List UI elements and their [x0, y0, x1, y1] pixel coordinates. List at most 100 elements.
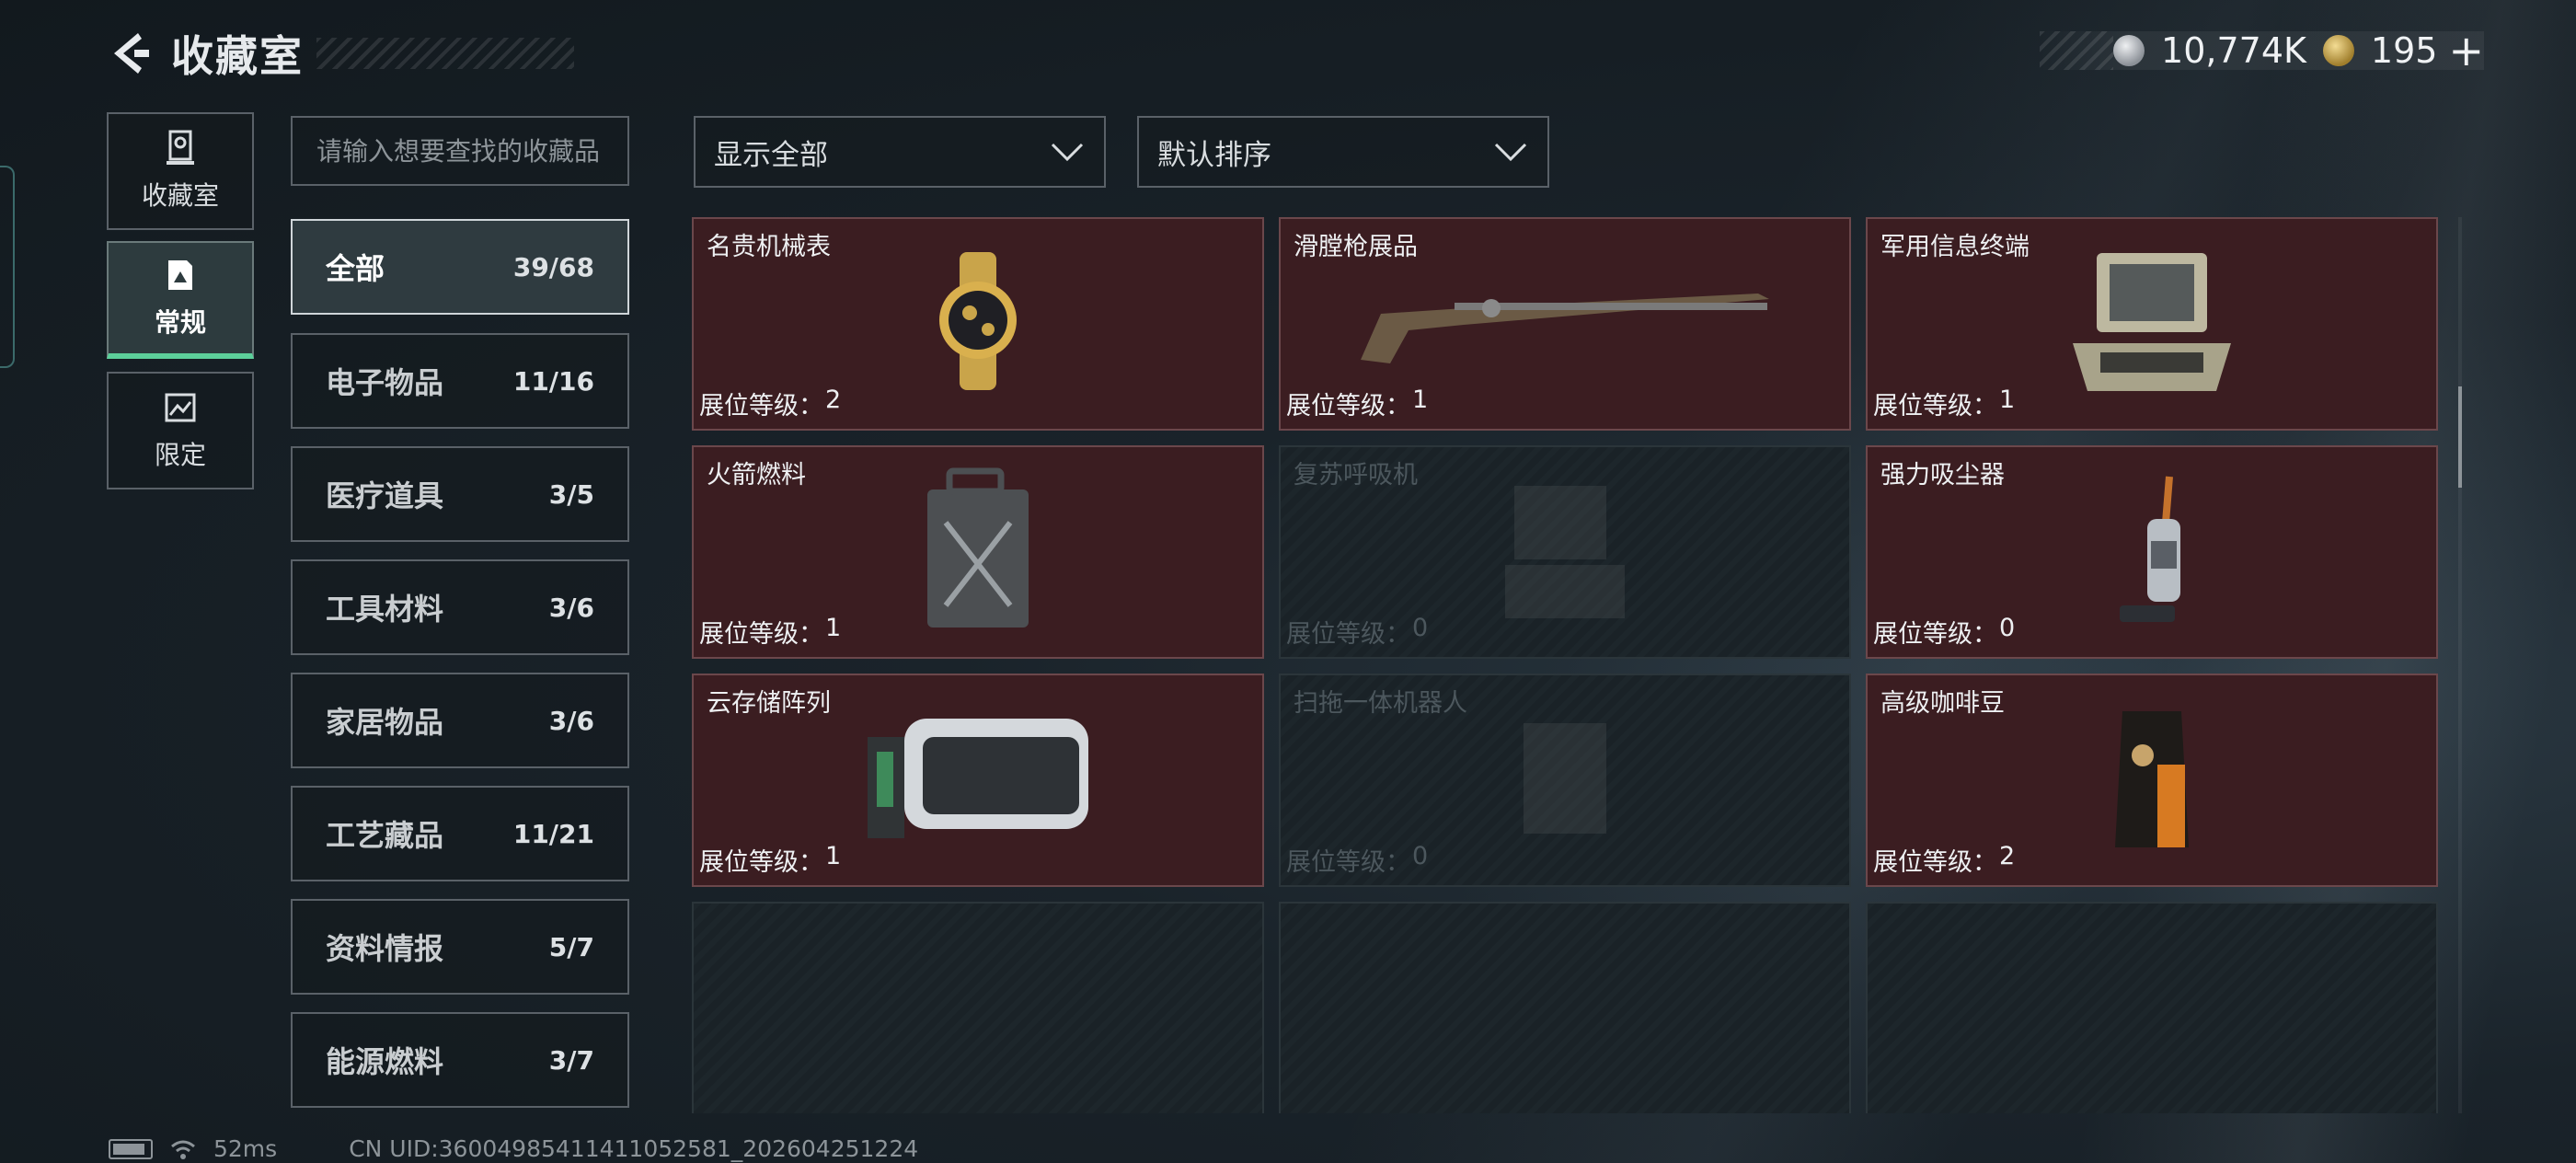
collection-item-card[interactable]: 扫拖一体机器人展位等级： 0	[1279, 674, 1851, 887]
category-electronics[interactable]: 电子物品 11/16	[291, 333, 629, 429]
collection-item-card[interactable]: 名贵机械表展位等级： 2	[692, 217, 1264, 431]
collection-item-card[interactable]: 高级咖啡豆展位等级： 2	[1866, 674, 2438, 887]
item-booth-level: 展位等级： 2	[1873, 842, 2015, 878]
category-name: 工艺藏品	[326, 818, 444, 853]
booth-level-label: 展位等级：	[1286, 848, 1410, 877]
collection-item-card[interactable]: 强力吸尘器展位等级： 0	[1866, 445, 2438, 659]
category-intel[interactable]: 资料情报 5/7	[291, 899, 629, 995]
display-filter-dropdown[interactable]: 显示全部	[694, 116, 1106, 188]
item-name: 火箭燃料	[707, 461, 806, 489]
terminal-case-icon	[2060, 244, 2244, 404]
category-count: 3/6	[548, 592, 594, 623]
sort-dropdown[interactable]: 默认排序	[1137, 116, 1549, 188]
category-count: 3/7	[548, 1044, 594, 1076]
search-input[interactable]	[291, 116, 629, 186]
chevron-down-icon	[1494, 143, 1527, 162]
category-tools[interactable]: 工具材料 3/6	[291, 559, 629, 655]
category-crafts[interactable]: 工艺藏品 11/21	[291, 786, 629, 881]
category-name: 电子物品	[326, 365, 444, 400]
side-tab-label: 常规	[154, 307, 206, 338]
trophy-icon	[167, 130, 194, 165]
category-count: 39/68	[512, 251, 594, 282]
gold-coin-icon	[2322, 35, 2354, 66]
item-name: 滑膛枪展品	[1294, 233, 1418, 261]
item-name: 名贵机械表	[707, 233, 831, 261]
picture-icon	[165, 393, 196, 422]
booth-level-label: 展位等级：	[1286, 392, 1410, 420]
silver-coin-icon	[2113, 35, 2145, 66]
ventilator-icon	[1496, 477, 1634, 628]
booth-level-value: 0	[1412, 842, 1429, 870]
collection-item-card[interactable]: 军用信息终端展位等级： 1	[1866, 217, 2438, 431]
category-medical[interactable]: 医疗道具 3/5	[291, 446, 629, 542]
category-name: 资料情报	[326, 931, 444, 966]
item-booth-level: 展位等级： 2	[699, 386, 841, 421]
item-name: 复苏呼吸机	[1294, 461, 1418, 489]
collection-item-card[interactable]: 滑膛枪展品展位等级： 1	[1279, 217, 1851, 431]
booth-level-label: 展位等级：	[1873, 620, 1997, 649]
dropdown-value: 默认排序	[1157, 138, 1271, 172]
item-name: 高级咖啡豆	[1880, 689, 2005, 718]
collection-item-card[interactable]	[692, 902, 1264, 1113]
collection-item-card[interactable]	[1279, 902, 1851, 1113]
coffee-bag-icon	[2106, 700, 2198, 860]
booth-level-label: 展位等级：	[1286, 620, 1410, 649]
item-name: 云存储阵列	[707, 689, 831, 718]
collection-item-card[interactable]: 复苏呼吸机展位等级： 0	[1279, 445, 1851, 659]
edge-handle[interactable]	[0, 166, 15, 368]
booth-level-label: 展位等级：	[699, 392, 823, 420]
booth-level-value: 1	[825, 614, 842, 642]
category-count: 3/6	[548, 705, 594, 736]
booth-level-value: 0	[1999, 614, 2016, 642]
side-tab-collection[interactable]: 收藏室	[107, 112, 254, 230]
card-icon	[168, 260, 192, 290]
side-tab-limited[interactable]: 限定	[107, 372, 254, 489]
item-name: 军用信息终端	[1880, 233, 2030, 261]
booth-level-label: 展位等级：	[699, 620, 823, 649]
item-booth-level: 展位等级： 0	[1286, 614, 1428, 650]
item-name: 强力吸尘器	[1880, 461, 2005, 489]
ping-value: 52ms	[213, 1135, 278, 1162]
side-tab-regular[interactable]: 常规	[107, 241, 254, 359]
collection-item-card[interactable]: 火箭燃料展位等级： 1	[692, 445, 1264, 659]
category-count: 3/5	[548, 478, 594, 510]
category-count: 11/21	[512, 818, 594, 849]
add-currency-button[interactable]: +	[2448, 29, 2484, 72]
item-booth-level: 展位等级： 1	[1286, 386, 1428, 421]
silver-amount: 10,774K	[2161, 30, 2306, 71]
item-name: 扫拖一体机器人	[1294, 689, 1467, 718]
booth-level-label: 展位等级：	[699, 848, 823, 877]
booth-level-value: 2	[825, 386, 842, 414]
side-tab-label: 限定	[154, 440, 206, 470]
category-name: 家居物品	[326, 705, 444, 740]
back-arrow-icon	[114, 33, 149, 74]
item-booth-level: 展位等级： 1	[699, 842, 841, 878]
dropdown-value: 显示全部	[714, 138, 828, 172]
item-booth-level: 展位等级： 1	[1873, 386, 2015, 421]
category-name: 医疗道具	[326, 478, 444, 513]
back-button[interactable]	[101, 21, 156, 86]
user-uid: CN UID:3600498541141105258​1_20260425122…	[349, 1135, 919, 1162]
category-energy[interactable]: 能源燃料 3/7	[291, 1012, 629, 1108]
musket-icon	[1353, 271, 1777, 376]
collection-item-card[interactable]: 云存储阵列展位等级： 1	[692, 674, 1264, 887]
storage-array-icon	[858, 700, 1098, 860]
booth-level-value: 1	[1412, 386, 1429, 414]
wifi-icon	[171, 1140, 195, 1159]
grid-scrollbar[interactable]	[2458, 217, 2462, 1113]
category-count: 5/7	[548, 931, 594, 962]
scroll-thumb[interactable]	[2458, 386, 2462, 488]
header: 收藏室	[101, 18, 574, 88]
category-count: 11/16	[512, 365, 594, 397]
status-bar: 52ms CN UID:3600498541141105258​1_202604…	[109, 1135, 918, 1162]
page-title: 收藏室	[171, 31, 304, 81]
category-name: 全部	[326, 251, 385, 286]
item-booth-level: 展位等级： 1	[699, 614, 841, 650]
category-household[interactable]: 家居物品 3/6	[291, 673, 629, 768]
collection-item-card[interactable]	[1866, 902, 2438, 1113]
robot-mop-icon	[1496, 705, 1634, 856]
booth-level-value: 0	[1412, 614, 1429, 642]
category-all[interactable]: 全部 39/68	[291, 219, 629, 315]
booth-level-label: 展位等级：	[1873, 848, 1997, 877]
collection-grid[interactable]: 展位等级：0展位等级：0展位等级：0名贵机械表展位等级：2滑膛枪展品展位等级：1…	[692, 217, 2440, 1113]
